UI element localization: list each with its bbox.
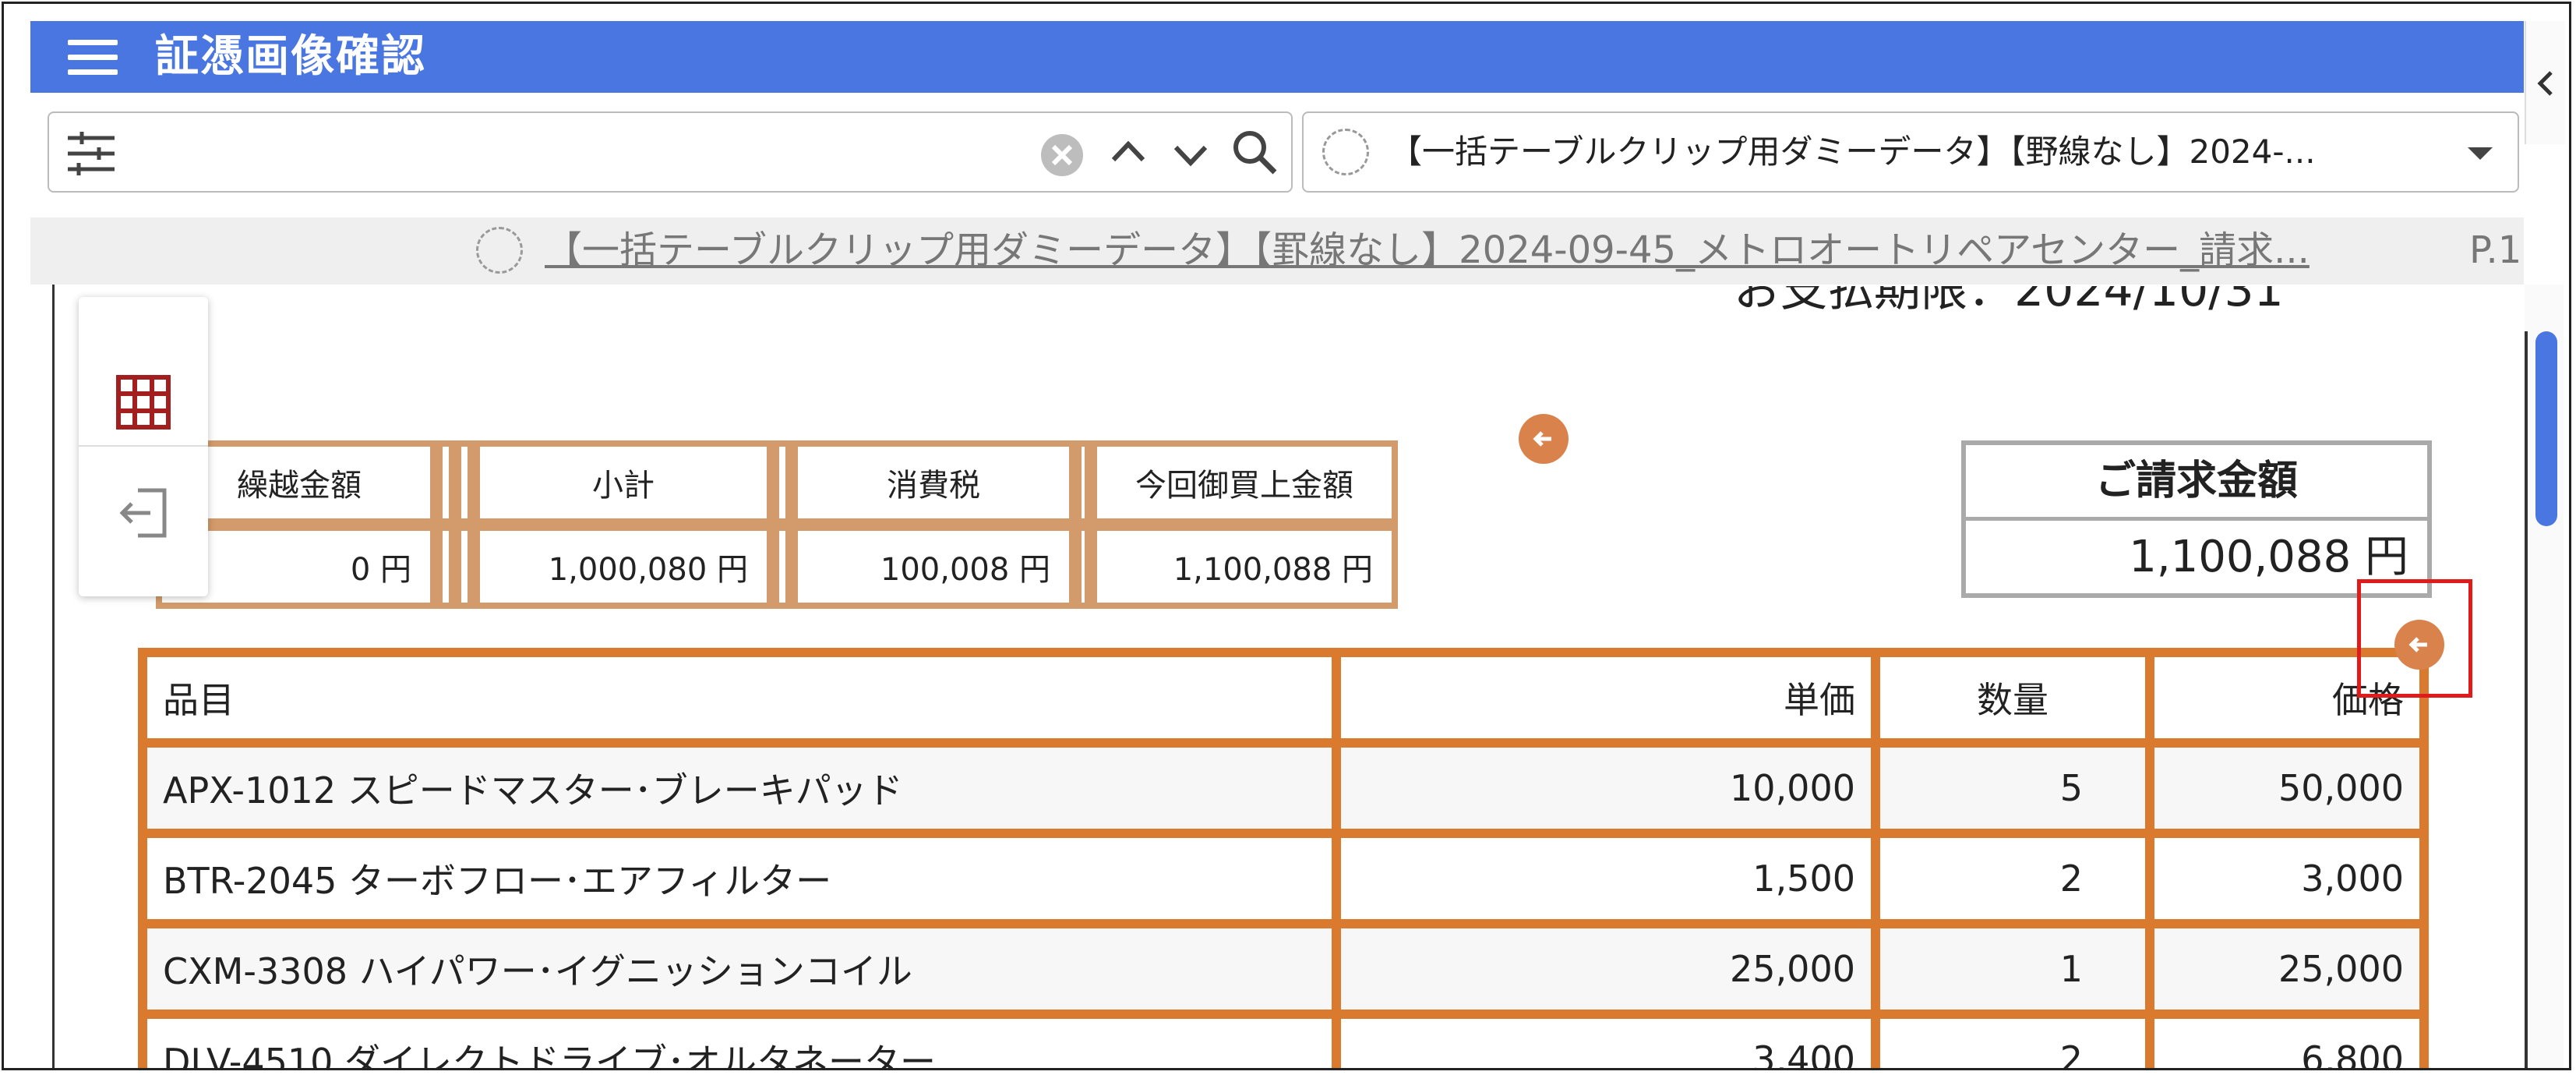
item-name: APX-1012 スピードマスター･ブレーキパッド bbox=[138, 738, 1341, 838]
invoice-total-value: 1,100,088 円 bbox=[2129, 532, 2408, 582]
selection-highlight bbox=[2357, 579, 2472, 698]
vertical-scrollbar[interactable] bbox=[2525, 285, 2564, 1068]
chevron-left-icon bbox=[2537, 71, 2553, 96]
table-clip-tool[interactable] bbox=[79, 297, 208, 445]
items-table[interactable]: 品目 単価 数量 価格 APX-1012 スピードマスター･ブレーキパッド 10… bbox=[138, 648, 2429, 1068]
clear-icon[interactable] bbox=[1039, 132, 1085, 179]
items-header-name: 品目 bbox=[138, 648, 1341, 748]
table-row: DLV-4510 ダイレクトドライブ･オルタネーター 3,400 2 6,800 bbox=[138, 1010, 2429, 1068]
document-select-value: 【一括テーブルクリップ用ダミーデータ】【野線なし】2024-... bbox=[1389, 133, 2316, 171]
page-title: 証憑画像確認 bbox=[155, 31, 426, 82]
chevron-up-icon[interactable] bbox=[1109, 136, 1148, 168]
grid-table-icon bbox=[116, 375, 171, 430]
items-header-unit-price: 単価 bbox=[1332, 648, 1880, 748]
item-unit-price: 3,400 bbox=[1332, 1010, 1880, 1068]
summary-header-total: 今回御買上金額 bbox=[1091, 440, 1398, 525]
summary-clip-remove-button[interactable] bbox=[1519, 414, 1569, 464]
status-spinner-icon bbox=[1322, 129, 1369, 175]
item-name: DLV-4510 ダイレクトドライブ･オルタネーター bbox=[138, 1010, 1341, 1068]
search-input[interactable] bbox=[135, 121, 1034, 185]
scrollbar-thumb[interactable] bbox=[2535, 331, 2557, 526]
item-quantity: 2 bbox=[1871, 829, 2154, 928]
chevron-down-icon[interactable] bbox=[1171, 140, 1210, 171]
menu-icon[interactable] bbox=[68, 40, 118, 76]
summary-header-row: 繰越金額 小計 消費税 今回御買上金額 bbox=[156, 440, 1398, 525]
summary-table[interactable]: 繰越金額 小計 消費税 今回御買上金額 0 円 1,000,080 円 100,… bbox=[156, 440, 1398, 609]
filter-settings-icon[interactable] bbox=[66, 130, 116, 177]
item-price: 25,000 bbox=[2145, 919, 2429, 1019]
invoice-total-label: ご請求金額 bbox=[1966, 445, 2427, 521]
summary-header-subtotal: 小計 bbox=[474, 440, 773, 525]
item-name: CXM-3308 ハイパワー･イグニッションコイル bbox=[138, 919, 1341, 1019]
item-price: 6,800 bbox=[2145, 1010, 2429, 1068]
exit-icon bbox=[119, 488, 167, 538]
dropdown-arrow-icon bbox=[2468, 147, 2493, 160]
search-icon[interactable] bbox=[1230, 127, 1279, 177]
item-price: 3,000 bbox=[2145, 829, 2429, 928]
item-name: BTR-2045 ターボフロー･エアフィルター bbox=[138, 829, 1341, 928]
summary-value-row: 0 円 1,000,080 円 100,008 円 1,100,088 円 bbox=[156, 525, 1398, 609]
item-unit-price: 1,500 bbox=[1332, 829, 1880, 928]
app-header: 証憑画像確認 bbox=[30, 21, 2524, 93]
table-row: BTR-2045 ターボフロー･エアフィルター 1,500 2 3,000 bbox=[138, 829, 2429, 928]
file-name-link[interactable]: 【一括テーブルクリップ用ダミーデータ】【罫線なし】2024-09-45_メトロオ… bbox=[545, 227, 2454, 274]
items-header-quantity: 数量 bbox=[1871, 648, 2154, 748]
table-row: CXM-3308 ハイパワー･イグニッションコイル 25,000 1 25,00… bbox=[138, 919, 2429, 1019]
summary-header-tax: 消費税 bbox=[792, 440, 1075, 525]
items-header-row: 品目 単価 数量 価格 bbox=[138, 648, 2429, 748]
status-spinner-icon bbox=[476, 227, 523, 274]
file-info-bar: 【一括テーブルクリップ用ダミーデータ】【罫線なし】2024-09-45_メトロオ… bbox=[30, 217, 2524, 285]
toolbar: 【一括テーブルクリップ用ダミーデータ】【野線なし】2024-... bbox=[30, 93, 2524, 217]
table-tools-panel bbox=[79, 297, 208, 596]
invoice-total-box: ご請求金額 1,100,088 円 bbox=[1961, 440, 2432, 598]
summary-value-subtotal: 1,000,080 円 bbox=[474, 525, 773, 609]
summary-value-total: 1,100,088 円 bbox=[1091, 525, 1398, 609]
item-unit-price: 25,000 bbox=[1332, 919, 1880, 1019]
table-row: APX-1012 スピードマスター･ブレーキパッド 10,000 5 50,00… bbox=[138, 738, 2429, 838]
item-quantity: 1 bbox=[1871, 919, 2154, 1019]
item-price: 50,000 bbox=[2145, 738, 2429, 838]
item-quantity: 5 bbox=[1871, 738, 2154, 838]
exit-tool[interactable] bbox=[79, 445, 208, 595]
arrow-left-icon bbox=[1533, 431, 1551, 447]
search-box bbox=[48, 111, 1293, 193]
document-select[interactable]: 【一括テーブルクリップ用ダミーデータ】【野線なし】2024-... bbox=[1302, 111, 2519, 193]
item-unit-price: 10,000 bbox=[1332, 738, 1880, 838]
page-number: P.1 bbox=[2469, 228, 2522, 272]
summary-value-tax: 100,008 円 bbox=[792, 525, 1075, 609]
collapse-panel-button[interactable] bbox=[2525, 21, 2565, 144]
item-quantity: 2 bbox=[1871, 1010, 2154, 1068]
app-frame: 証憑画像確認 【一括テーブルクリップ用ダミーデータ】【野線なし】2024-...… bbox=[2, 2, 2571, 1070]
